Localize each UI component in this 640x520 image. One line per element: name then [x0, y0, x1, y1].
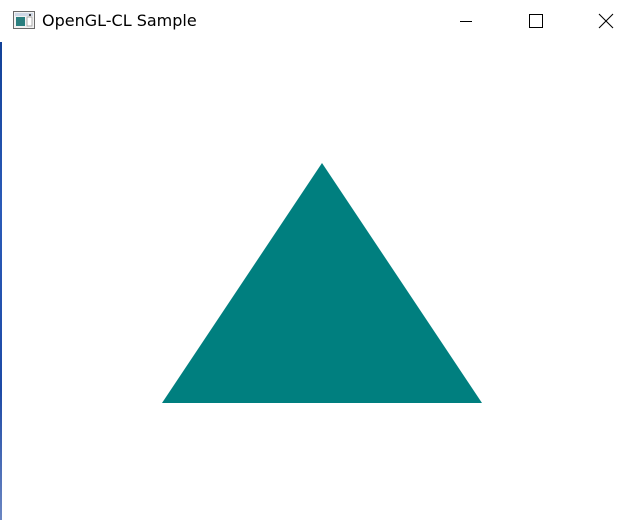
maximize-button[interactable] — [502, 0, 570, 42]
minimize-icon — [460, 21, 472, 22]
app-window: OpenGL-CL Sample — [0, 0, 640, 520]
minimize-button[interactable] — [432, 0, 500, 42]
render-canvas[interactable] — [2, 42, 640, 520]
close-icon — [598, 13, 614, 29]
app-icon[interactable] — [13, 11, 35, 29]
close-button[interactable] — [572, 0, 640, 42]
title-bar[interactable]: OpenGL-CL Sample — [0, 0, 640, 42]
scene-svg — [2, 42, 640, 520]
window-title: OpenGL-CL Sample — [42, 11, 197, 30]
maximize-icon — [529, 14, 543, 28]
